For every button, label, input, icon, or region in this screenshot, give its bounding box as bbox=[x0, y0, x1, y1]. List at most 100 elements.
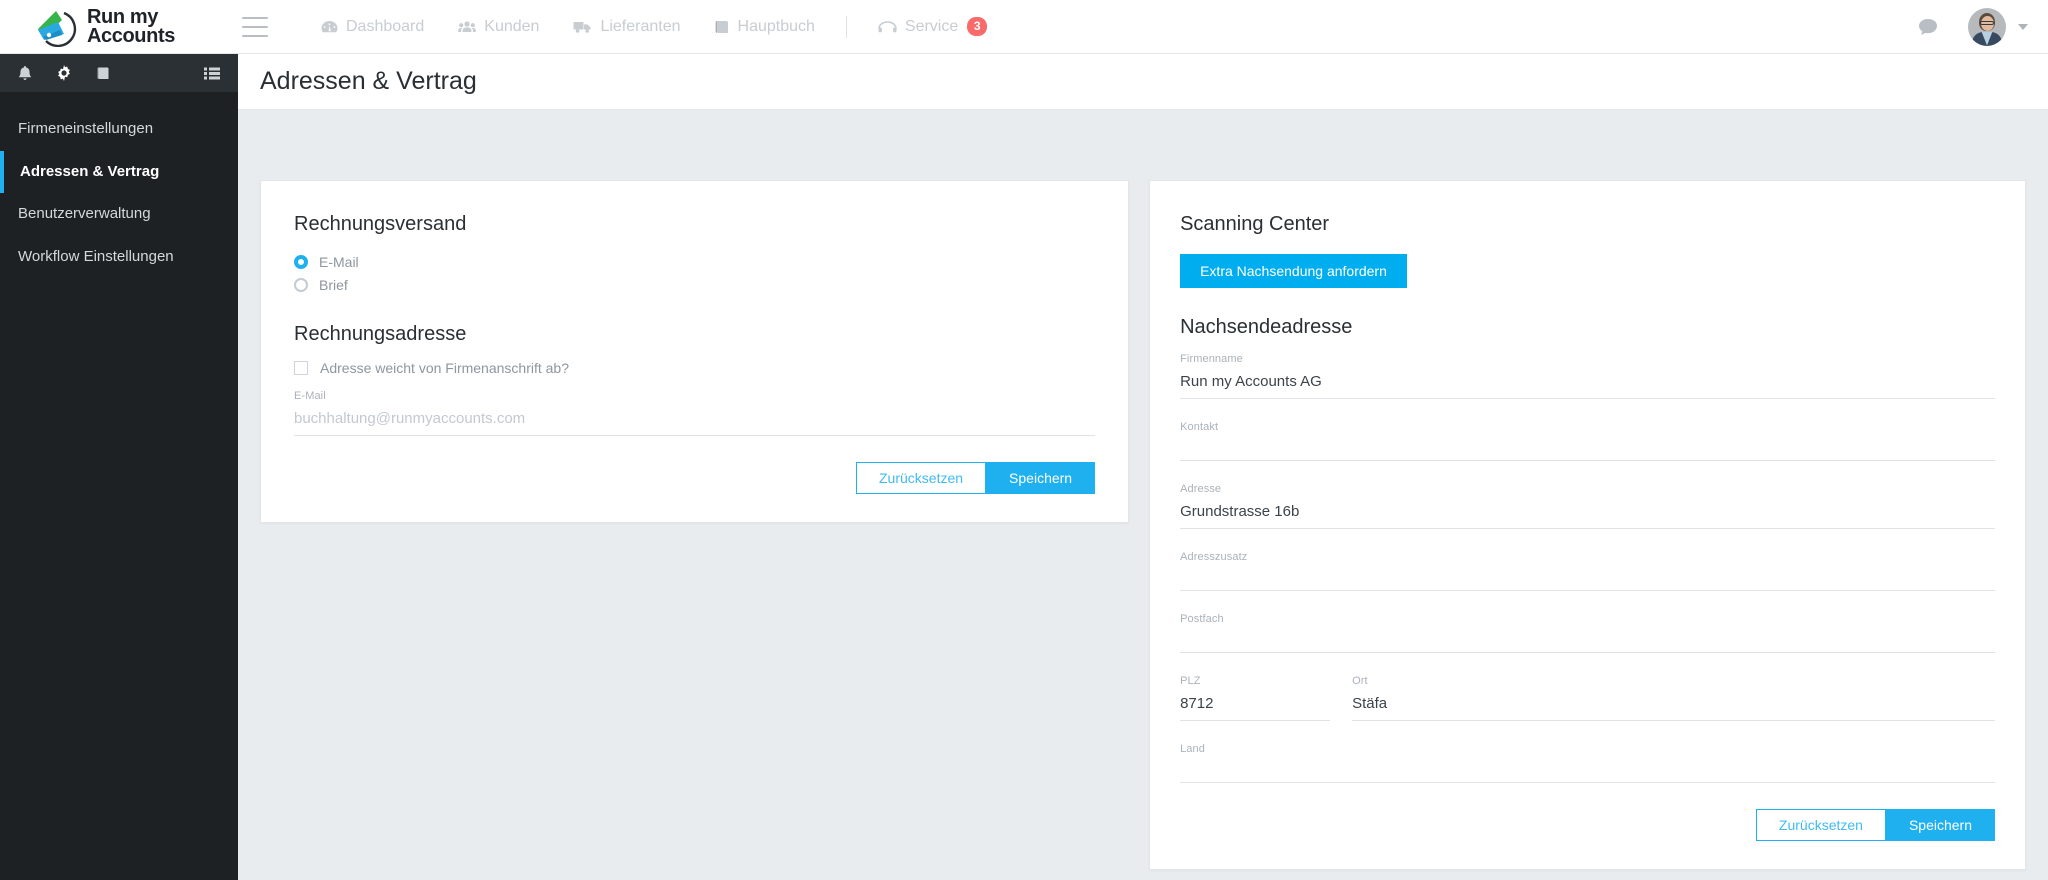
radio-option-brief[interactable]: Brief bbox=[294, 277, 1095, 293]
top-right-actions bbox=[1918, 0, 2048, 54]
radio-email-input[interactable] bbox=[294, 255, 308, 269]
email-field-label: E-Mail bbox=[294, 390, 326, 402]
top-header-bar: Run my Accounts Dashboard Kunden Liefera… bbox=[0, 0, 2048, 54]
sidebar-item-firmeneinstellungen[interactable]: Firmeneinstellungen bbox=[0, 108, 238, 151]
bell-icon[interactable] bbox=[18, 65, 32, 81]
book-icon[interactable] bbox=[96, 66, 111, 81]
brand-line-2: Accounts bbox=[87, 24, 175, 47]
panels-container: Rechnungsversand E-Mail Brief Rechnungsa… bbox=[238, 110, 2048, 870]
adresszusatz-field-group: Adresszusatz bbox=[1180, 551, 1995, 591]
nav-item-lieferanten[interactable]: Lieferanten bbox=[556, 0, 697, 54]
ort-input[interactable]: Stäfa bbox=[1352, 693, 1995, 721]
service-badge-count: 3 bbox=[967, 17, 988, 36]
left-save-button[interactable]: Speichern bbox=[986, 462, 1096, 494]
hamburger-bar bbox=[242, 34, 268, 37]
plz-ort-row: PLZ 8712 Ort Stäfa bbox=[1180, 675, 1995, 721]
runmyaccounts-logo-icon bbox=[34, 7, 80, 47]
gear-icon[interactable] bbox=[56, 65, 72, 81]
sidebar-item-label: Workflow Einstellungen bbox=[18, 247, 174, 265]
sidebar-item-benutzerverwaltung[interactable]: Benutzerverwaltung bbox=[0, 193, 238, 236]
ort-label: Ort bbox=[1352, 675, 1368, 687]
service-icon bbox=[878, 20, 897, 34]
page-header: Adressen & Vertrag bbox=[238, 54, 2048, 110]
sidebar-menu: Firmeneinstellungen Adressen & Vertrag B… bbox=[0, 92, 238, 278]
radio-option-email[interactable]: E-Mail bbox=[294, 254, 1095, 270]
sidebar-item-label: Firmeneinstellungen bbox=[18, 120, 154, 137]
main-content-area: Adressen & Vertrag Rechnungsversand E-Ma… bbox=[238, 54, 2048, 880]
firmenname-input[interactable]: Run my Accounts AG bbox=[1180, 371, 1995, 399]
nav-label: Kunden bbox=[484, 17, 540, 35]
adresszusatz-input[interactable] bbox=[1180, 569, 1995, 591]
nav-item-kunden[interactable]: Kunden bbox=[441, 0, 556, 54]
postfach-field-group: Postfach bbox=[1180, 613, 1995, 653]
radio-email-label: E-Mail bbox=[319, 254, 359, 270]
chat-bubble-icon[interactable] bbox=[1918, 18, 1938, 36]
nav-label: Hauptbuch bbox=[737, 17, 815, 35]
top-navigation: Dashboard Kunden Lieferanten Hauptbuch S… bbox=[304, 0, 1004, 54]
section-title-nachsendeadresse: Nachsendeadresse bbox=[1180, 316, 1353, 338]
kontakt-field-group: Kontakt bbox=[1180, 421, 1995, 461]
kontakt-label: Kontakt bbox=[1180, 421, 1219, 433]
adresse-field-group: Adresse Grundstrasse 16b bbox=[1180, 483, 1995, 529]
sidebar-item-adressen-vertrag[interactable]: Adressen & Vertrag bbox=[0, 150, 238, 194]
book-icon bbox=[715, 20, 730, 34]
left-sidebar: Firmeneinstellungen Adressen & Vertrag B… bbox=[0, 54, 238, 880]
adresszusatz-label: Adresszusatz bbox=[1180, 551, 1248, 563]
page-title: Adressen & Vertrag bbox=[260, 67, 477, 95]
adresse-label: Adresse bbox=[1180, 483, 1222, 495]
nav-item-hauptbuch[interactable]: Hauptbuch bbox=[698, 0, 832, 54]
left-reset-button[interactable]: Zurücksetzen bbox=[856, 462, 987, 494]
nav-divider bbox=[845, 15, 847, 38]
brand-line-1: Run my bbox=[87, 5, 158, 28]
firmenname-label: Firmenname bbox=[1180, 353, 1243, 365]
nav-item-dashboard[interactable]: Dashboard bbox=[304, 0, 441, 54]
user-avatar[interactable] bbox=[1968, 7, 2006, 46]
plz-input[interactable]: 8712 bbox=[1180, 693, 1331, 721]
hamburger-bar bbox=[242, 16, 268, 19]
adresse-input[interactable]: Grundstrasse 16b bbox=[1180, 501, 1995, 529]
section-title-rechnungsadresse: Rechnungsadresse bbox=[294, 323, 467, 345]
left-panel-button-row: Zurücksetzen Speichern bbox=[294, 462, 1096, 494]
checkbox-abweichende-adresse-label: Adresse weicht von Firmenanschrift ab? bbox=[320, 360, 569, 376]
hamburger-bar bbox=[242, 25, 268, 28]
chevron-down-icon[interactable] bbox=[2018, 23, 2028, 30]
scanning-center-card: Scanning Center Extra Nachsendung anford… bbox=[1149, 180, 2026, 870]
avatar-glasses bbox=[1980, 20, 1994, 25]
radio-brief-input[interactable] bbox=[294, 278, 308, 292]
nav-label: Lieferanten bbox=[600, 17, 681, 35]
hamburger-icon[interactable] bbox=[242, 16, 268, 37]
checkbox-abweichende-adresse[interactable]: Adresse weicht von Firmenanschrift ab? bbox=[294, 360, 1095, 376]
extra-nachsendung-button[interactable]: Extra Nachsendung anfordern bbox=[1180, 254, 1407, 288]
nav-label: Dashboard bbox=[346, 17, 425, 35]
rechnungsversand-card: Rechnungsversand E-Mail Brief Rechnungsa… bbox=[260, 180, 1130, 523]
right-save-button[interactable]: Speichern bbox=[1885, 809, 1995, 841]
brand-logo-area[interactable]: Run my Accounts bbox=[0, 0, 238, 54]
list-icon[interactable] bbox=[204, 67, 220, 80]
section-title-scanning-center: Scanning Center bbox=[1180, 213, 1330, 235]
firmenname-field-group: Firmenname Run my Accounts AG bbox=[1180, 353, 1995, 399]
email-input[interactable]: buchhaltung@runmyaccounts.com bbox=[294, 408, 1096, 436]
customers-icon bbox=[458, 20, 477, 34]
right-panel-button-row: Zurücksetzen Speichern bbox=[1180, 809, 1995, 841]
plz-field-group: PLZ 8712 bbox=[1180, 675, 1331, 721]
nav-item-service[interactable]: Service 3 bbox=[861, 0, 1004, 54]
land-field-group: Land bbox=[1180, 743, 1995, 783]
right-reset-button[interactable]: Zurücksetzen bbox=[1755, 809, 1886, 841]
postfach-input[interactable] bbox=[1180, 631, 1995, 653]
sidebar-icon-bar bbox=[0, 54, 238, 92]
section-title-rechnungsversand: Rechnungsversand bbox=[294, 213, 467, 235]
dashboard-icon bbox=[321, 20, 338, 34]
kontakt-input[interactable] bbox=[1180, 439, 1995, 461]
truck-icon bbox=[573, 20, 592, 34]
land-label: Land bbox=[1180, 743, 1205, 755]
brand-name: Run my Accounts bbox=[87, 5, 175, 47]
email-field-group: E-Mail buchhaltung@runmyaccounts.com bbox=[294, 390, 1096, 436]
checkbox-abweichende-adresse-input[interactable] bbox=[294, 361, 308, 375]
sidebar-item-workflow-einstellungen[interactable]: Workflow Einstellungen bbox=[0, 236, 238, 279]
sidebar-item-label: Adressen & Vertrag bbox=[20, 162, 160, 180]
ort-field-group: Ort Stäfa bbox=[1352, 675, 1995, 721]
plz-label: PLZ bbox=[1180, 675, 1201, 687]
radio-brief-label: Brief bbox=[319, 277, 348, 293]
land-input[interactable] bbox=[1180, 761, 1995, 783]
sidebar-item-label: Benutzerverwaltung bbox=[18, 205, 151, 222]
